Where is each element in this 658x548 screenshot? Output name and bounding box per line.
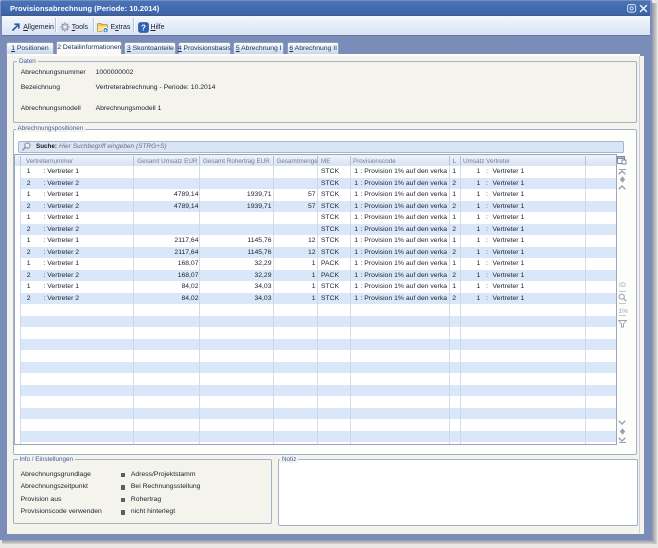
svg-text:?: ?	[141, 23, 146, 32]
